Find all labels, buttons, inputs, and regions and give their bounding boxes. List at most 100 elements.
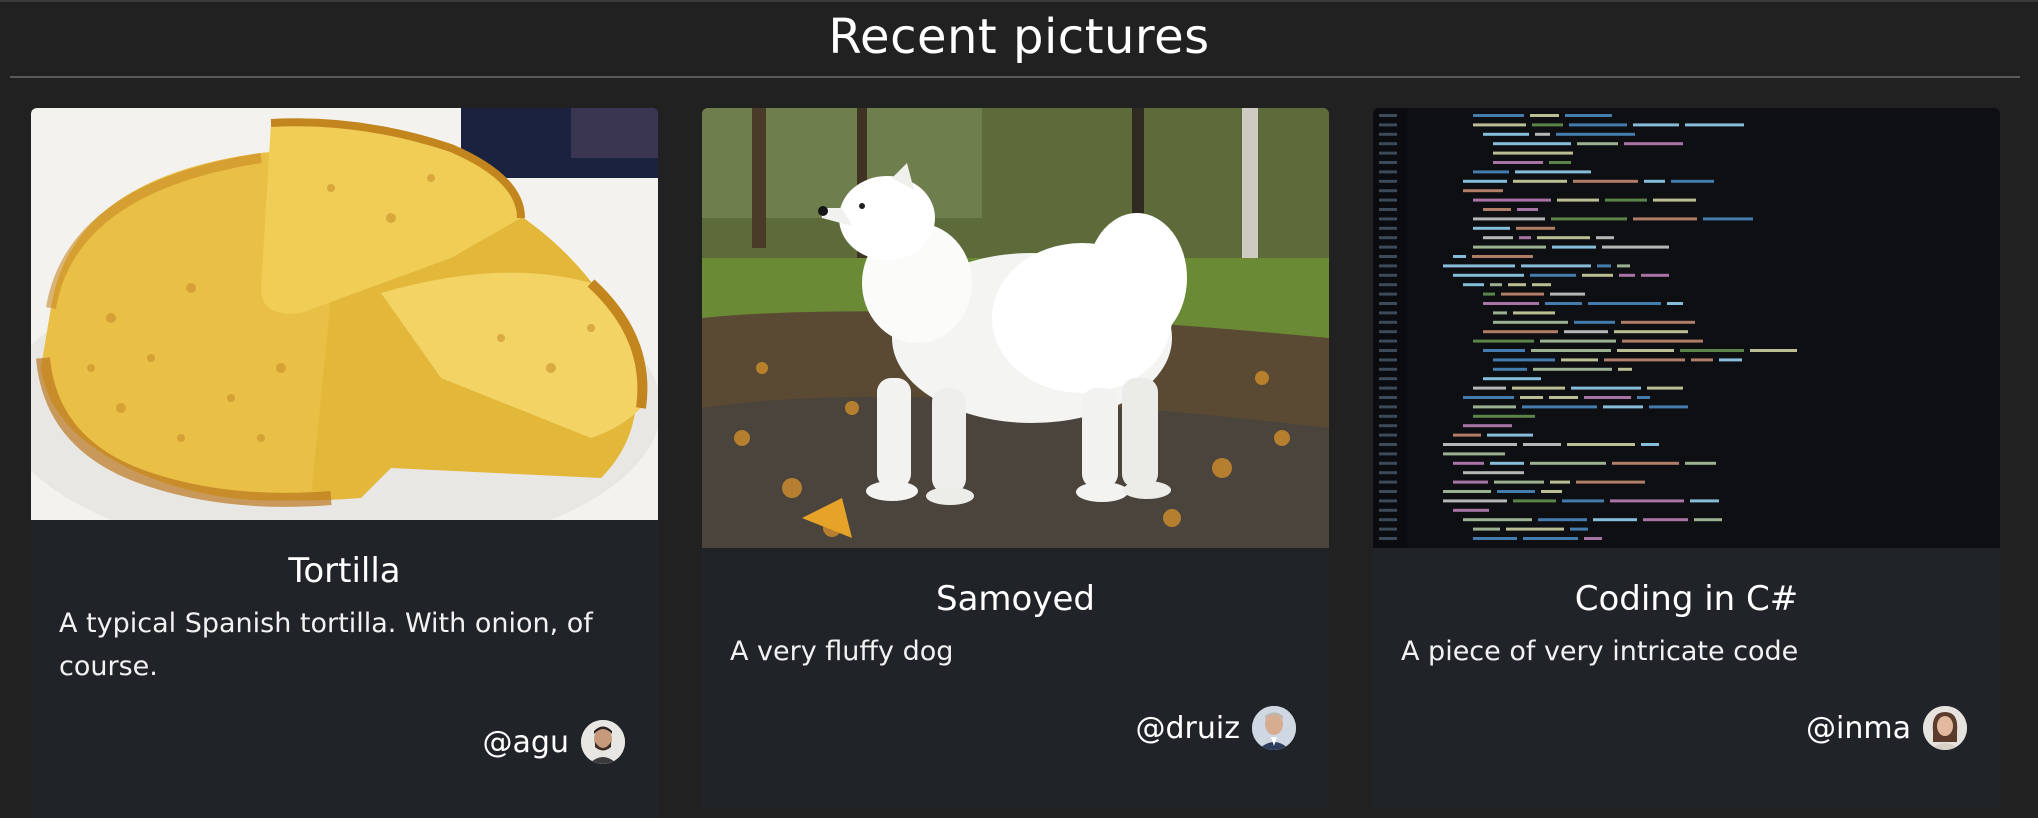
code-token [1561,358,1598,362]
code-token [1453,480,1488,484]
line-number [1379,358,1397,362]
line-number [1379,396,1397,399]
code-token [1472,255,1533,258]
author-handle[interactable]: @inma [1806,711,1911,746]
tortilla-image[interactable] [31,108,658,520]
code-token [1576,480,1645,484]
code-token [1473,198,1551,202]
author-handle[interactable]: @druiz [1136,711,1240,746]
picture-card-coding[interactable]: Coding in C# A piece of very intricate c… [1373,108,2000,808]
line-number [1379,311,1397,315]
code-token [1497,490,1535,493]
avatar[interactable] [581,720,625,764]
code-token [1671,179,1714,183]
code-token [1562,499,1604,503]
code-token [1473,405,1516,409]
code-token [1453,433,1481,437]
code-token [1618,367,1632,371]
line-number [1379,443,1397,446]
code-token [1530,461,1606,465]
code-token [1617,349,1674,352]
code-token [1473,527,1500,531]
code-token [1473,386,1506,390]
code-token [1522,405,1597,409]
line-number [1379,330,1397,334]
line-number [1379,377,1397,381]
code-token [1622,339,1703,343]
picture-card-samoyed[interactable]: Samoyed A very fluffy dog @druiz [702,108,1329,808]
code-token [1597,264,1611,268]
code-token [1667,302,1683,305]
code-token [1633,123,1679,127]
code-token [1602,245,1669,249]
code-image[interactable] [1373,108,2000,548]
card-title: Coding in C# [1574,579,1799,619]
line-number [1379,490,1397,493]
avatar[interactable] [1923,706,1967,750]
code-token [1530,114,1559,117]
code-token [1493,367,1527,371]
code-token [1463,424,1512,428]
card-description: A very fluffy dog [730,636,954,667]
line-number [1379,179,1397,183]
line-number [1379,461,1397,465]
code-token [1617,264,1630,268]
picture-grid: Tortilla A typical Spanish tortilla. Wit… [31,108,2000,818]
card-author[interactable]: @druiz [1136,706,1296,750]
code-token [1483,132,1529,136]
code-token [1552,245,1596,249]
code-token [1443,264,1515,268]
code-token [1483,330,1558,334]
code-token [1750,349,1797,352]
code-token [1637,396,1650,399]
line-number [1379,170,1397,174]
samoyed-image[interactable] [702,108,1329,548]
page: Recent pictures Tortilla A typical Spani… [0,0,2038,818]
code-token [1483,349,1525,352]
code-token [1550,292,1585,296]
code-token [1690,499,1719,503]
code-token [1621,320,1695,324]
code-token [1473,414,1535,418]
picture-card-tortilla[interactable]: Tortilla A typical Spanish tortilla. Wit… [31,108,658,818]
code-token [1483,236,1513,240]
code-token [1443,490,1491,493]
code-token [1463,189,1503,193]
card-author[interactable]: @inma [1806,706,1967,750]
page-title: Recent pictures [828,9,1210,65]
code-token [1483,208,1511,211]
code-token [1473,217,1545,221]
code-token [1584,396,1631,399]
line-number [1379,386,1397,390]
line-number [1379,226,1397,230]
code-token [1473,245,1546,249]
code-token [1512,386,1565,390]
code-token [1473,170,1509,174]
code-token [1506,527,1564,531]
line-number [1379,414,1397,418]
code-token [1719,358,1742,362]
code-token [1694,518,1722,522]
code-token [1453,508,1489,512]
code-token [1550,480,1570,484]
code-token [1473,537,1517,540]
avatar[interactable] [1252,706,1296,750]
line-number [1379,161,1397,164]
code-token [1549,161,1571,164]
card-author[interactable]: @agu [483,720,625,764]
line-number [1379,302,1397,305]
author-handle[interactable]: @agu [483,725,569,760]
code-token [1521,264,1591,268]
line-number [1379,480,1397,484]
code-token [1605,198,1647,202]
code-token [1463,518,1532,522]
code-token [1473,114,1524,117]
code-token [1473,123,1526,127]
code-token [1490,461,1524,465]
code-token [1588,302,1661,305]
code-token [1535,132,1550,136]
code-token [1596,236,1614,240]
code-token [1493,142,1571,146]
code-token [1685,123,1744,127]
code-token [1685,461,1716,465]
